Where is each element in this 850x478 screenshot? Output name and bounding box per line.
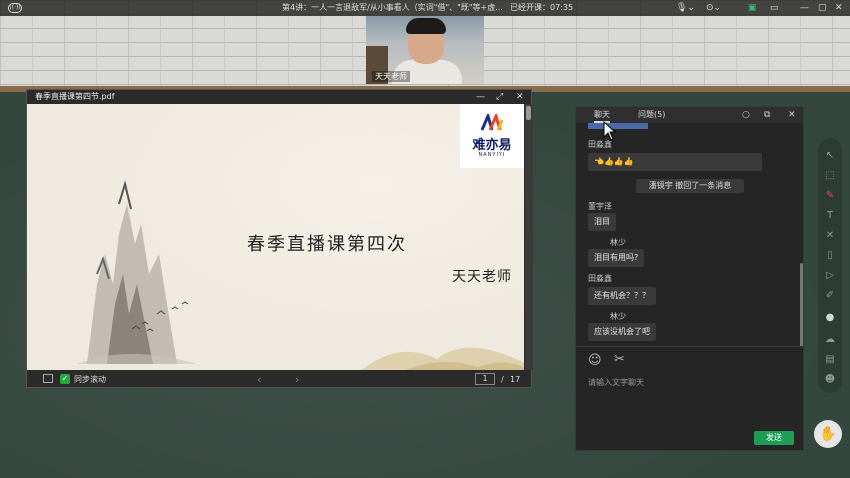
golden-hills-painting	[361, 347, 524, 370]
screenshot-scissors-icon[interactable]: ✂	[614, 352, 625, 367]
chat-input[interactable]	[588, 375, 788, 389]
pdf-footer: ✓ 同步滚动 ‹ › 1 / 17	[27, 370, 531, 389]
video-icon[interactable]: ▷	[824, 270, 836, 282]
camera-icon[interactable]: ⊙⌄	[706, 0, 721, 16]
chat-message-list[interactable]: 田淼鑫 👈👍👍👍 潘镜宇 撤回了一条消息 董宇泽 泪目 林少 泪目有用吗? 田淼…	[576, 123, 805, 346]
cut-off-bubble	[588, 123, 648, 129]
screen-icon[interactable]: ▣	[748, 0, 757, 16]
tab-questions[interactable]: 问题(5)	[638, 107, 665, 123]
pdf-scrollbar[interactable]	[525, 104, 533, 370]
users-icon[interactable]: ☻	[824, 374, 836, 386]
thumbnail-toggle-icon[interactable]	[43, 374, 53, 383]
slide-teacher-name: 天天老师	[452, 269, 512, 285]
pdf-slide: 春季直播课第四次 天天老师 难亦易 NANYIYI	[27, 104, 524, 370]
birds-painting	[131, 301, 189, 332]
page-total: 17	[510, 375, 521, 384]
emoji-icon[interactable]: ☺	[588, 353, 602, 368]
message-sender: 林少	[610, 312, 626, 321]
sync-scroll-checkbox[interactable]: ✓	[60, 374, 70, 384]
chat-scrollbar[interactable]	[800, 263, 803, 346]
teacher-video[interactable]: 天天老师	[366, 16, 484, 84]
message-sender: 田淼鑫	[588, 274, 612, 283]
mouse-cursor-icon	[603, 121, 617, 141]
message-bubble: 还有机会？？？	[588, 287, 656, 305]
text-icon[interactable]: T	[824, 210, 836, 222]
popout-icon[interactable]: ⧉	[764, 107, 770, 123]
message-sender: 董宇泽	[588, 202, 612, 211]
close-window-button[interactable]: ✕	[835, 0, 843, 16]
close-icon[interactable]: ✕	[788, 107, 796, 123]
pen-icon[interactable]: ✎	[824, 190, 836, 202]
drawing-toolbar: ↖ ⬚ ✎ T ✕ ▯ ▷ ✐ ● ☁ ▤ ☻	[818, 138, 842, 393]
minimize-window-button[interactable]: —	[800, 0, 809, 16]
message-bubble: 泪目有用吗?	[588, 249, 645, 267]
logo-mark-icon	[480, 114, 504, 131]
chat-bubble-icon[interactable]: ●	[824, 312, 836, 324]
ink-mountain-painting	[77, 180, 197, 364]
page-number-input[interactable]: 1	[475, 373, 495, 385]
close-icon[interactable]: ✕	[516, 90, 524, 104]
chat-input-area: ☺ ✂ 发送	[576, 346, 803, 452]
message-bubble: 泪目	[588, 213, 616, 231]
pdf-viewer-window: 春季直播课第四节.pdf — ⤢ ✕ 春季直播课第四次 天天老师 难亦易 NAN…	[26, 89, 533, 389]
send-button[interactable]: 发送	[754, 431, 794, 445]
chat-panel: 聊天 问题(5) ○ ⧉ ✕ 田淼鑫 👈👍👍👍 潘镜宇 撤回了一条消息 董宇泽 …	[575, 106, 804, 451]
page-separator: /	[501, 375, 504, 384]
hand-raise-button[interactable]: ✋	[814, 420, 842, 448]
cloud-icon[interactable]: ☁	[824, 334, 836, 346]
microphone-icon[interactable]: 🎙⌄	[676, 0, 695, 16]
logo-brand-text: 难亦易	[472, 138, 512, 153]
lesson-title: 第4讲：一人一言退敌军/从小事看人（实词"借"、"既"等+虚...	[282, 3, 503, 12]
teacher-name-label: 天天老师	[372, 71, 410, 82]
eraser-icon[interactable]: ✕	[824, 230, 836, 242]
comment-icon[interactable]: ○	[742, 107, 750, 123]
pdf-title: 春季直播课第四节.pdf	[35, 92, 115, 101]
pointer-icon[interactable]: ↖	[824, 150, 836, 162]
toolbox-icon[interactable]: ▤	[824, 354, 836, 366]
next-page-button[interactable]: ›	[295, 370, 299, 389]
slide-title: 春季直播课第四次	[247, 234, 407, 255]
elapsed-time: 已经开课：07:35	[510, 3, 574, 12]
file-icon[interactable]: ▯	[824, 250, 836, 262]
expand-icon[interactable]: ⤢	[496, 90, 503, 104]
system-message: 潘镜宇 撤回了一条消息	[636, 179, 744, 193]
more-icon[interactable]: ▭	[770, 0, 779, 16]
message-sender: 林少	[610, 238, 626, 247]
top-bar: ((·)) 第4讲：一人一言退敌军/从小事看人（实词"借"、"既"等+虚... …	[0, 0, 850, 16]
message-bubble: 应该没机会了吧	[588, 323, 656, 341]
message-bubble: 👈👍👍👍	[588, 153, 762, 171]
brand-logo: 难亦易 NANYIYI	[460, 104, 524, 168]
restore-window-button[interactable]: ▢	[818, 0, 827, 16]
logo-sub-text: NANYIYI	[478, 152, 506, 158]
sync-scroll-label: 同步滚动	[74, 375, 106, 384]
edit-icon[interactable]: ✐	[824, 290, 836, 302]
broadcast-icon: ((·))	[8, 3, 22, 13]
minimize-icon[interactable]: —	[476, 90, 485, 104]
select-icon[interactable]: ⬚	[824, 170, 836, 182]
prev-page-button[interactable]: ‹	[257, 370, 261, 389]
